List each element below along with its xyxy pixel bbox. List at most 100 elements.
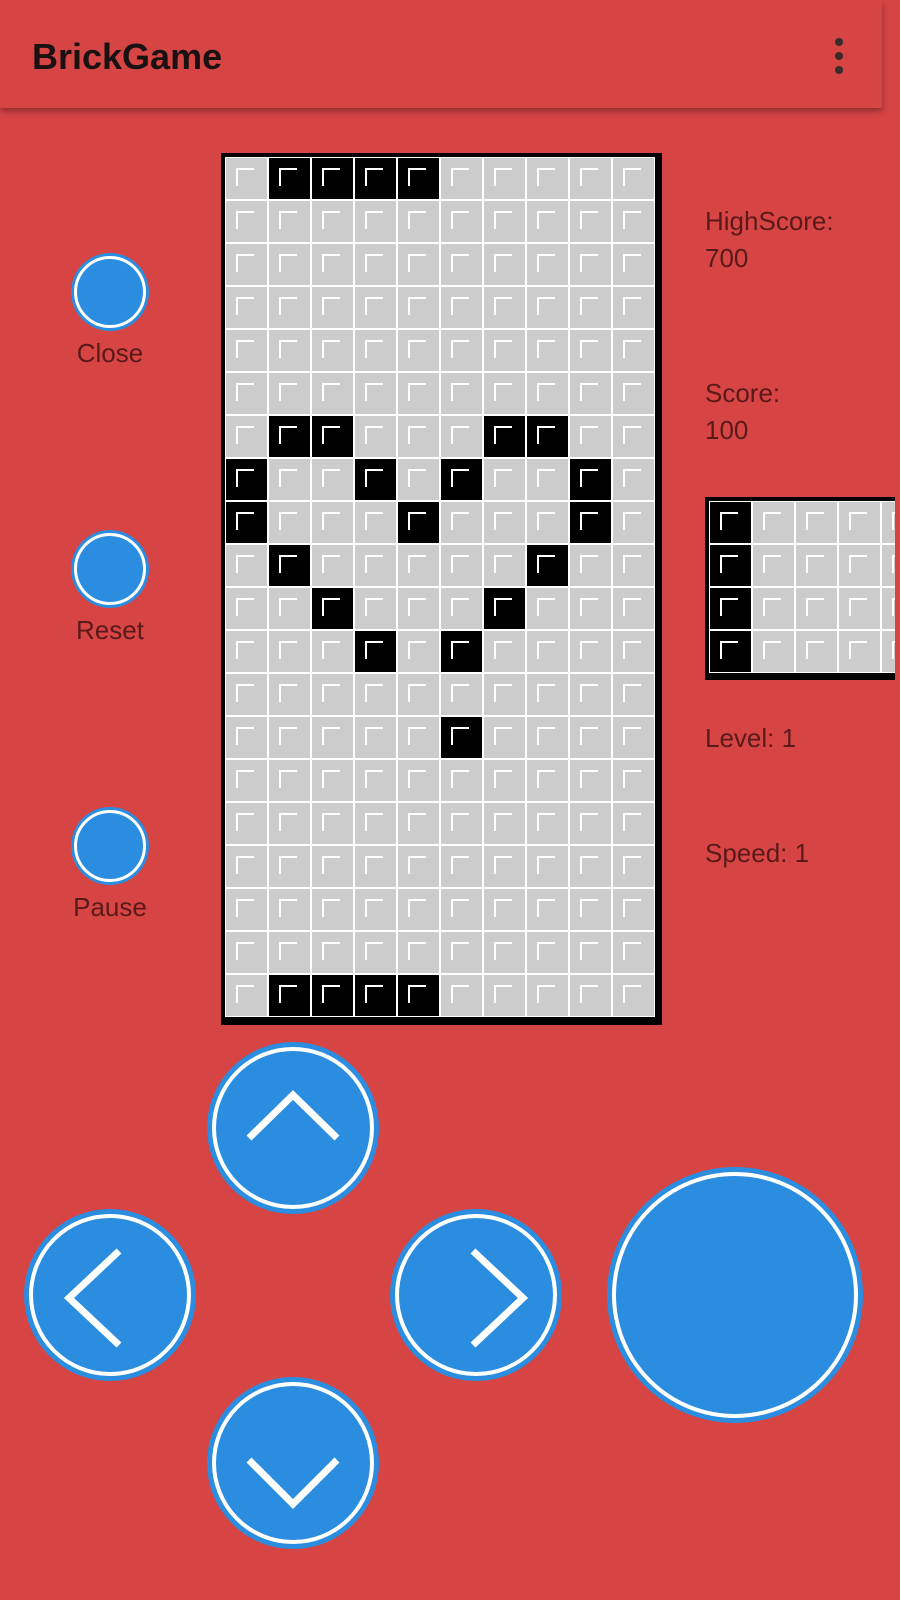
brick-cell-empty: [397, 329, 440, 372]
brick-cell-empty: [612, 845, 655, 888]
close-button[interactable]: [74, 256, 146, 328]
brick-cell-empty: [569, 716, 612, 759]
app-title: BrickGame: [32, 36, 223, 77]
brick-cell-empty: [526, 630, 569, 673]
brick-cell-empty: [311, 243, 354, 286]
brick-cell-filled: [709, 630, 752, 673]
brick-cell-empty: [752, 587, 795, 630]
down-arrow-icon: [246, 1457, 340, 1509]
highscore-value: 700: [705, 243, 749, 273]
brick-cell-empty: [311, 544, 354, 587]
brick-cell-empty: [354, 716, 397, 759]
brick-cell-empty: [440, 501, 483, 544]
left-button[interactable]: [29, 1214, 191, 1376]
brick-cell-empty: [397, 716, 440, 759]
right-button[interactable]: [395, 1214, 557, 1376]
brick-cell-empty: [225, 372, 268, 415]
brick-cell-empty: [612, 415, 655, 458]
brick-cell-empty: [268, 802, 311, 845]
brick-cell-empty: [526, 458, 569, 501]
brick-cell-empty: [354, 587, 397, 630]
brick-cell-empty: [440, 329, 483, 372]
overflow-menu-icon[interactable]: [826, 36, 852, 76]
brick-cell-empty: [526, 501, 569, 544]
level-block: Level: 1: [705, 720, 796, 757]
brick-cell-empty: [526, 716, 569, 759]
brick-cell-empty: [268, 931, 311, 974]
brick-cell-empty: [569, 329, 612, 372]
brick-cell-empty: [752, 630, 795, 673]
brick-cell-empty: [612, 372, 655, 415]
brick-cell-filled: [268, 415, 311, 458]
brick-cell-empty: [268, 716, 311, 759]
brick-cell-filled: [709, 587, 752, 630]
brick-cell-empty: [795, 544, 838, 587]
score-label: Score:: [705, 378, 781, 408]
brick-cell-empty: [397, 587, 440, 630]
brick-cell-empty: [225, 200, 268, 243]
level-label: Level:: [705, 723, 775, 753]
brick-cell-empty: [225, 802, 268, 845]
brick-cell-filled: [268, 544, 311, 587]
speed-value: 1: [794, 838, 810, 868]
brick-cell-empty: [526, 286, 569, 329]
reset-button[interactable]: [74, 533, 146, 605]
brick-cell-filled: [526, 415, 569, 458]
brick-cell-empty: [612, 974, 655, 1017]
brick-cell-empty: [397, 544, 440, 587]
brick-cell-empty: [526, 759, 569, 802]
brick-cell-empty: [483, 802, 526, 845]
brick-cell-empty: [526, 200, 569, 243]
brick-cell-filled: [526, 544, 569, 587]
brick-cell-empty: [397, 931, 440, 974]
score-block: Score: 100: [705, 375, 780, 449]
brick-cell-empty: [483, 157, 526, 200]
brick-cell-filled: [354, 974, 397, 1017]
brick-cell-empty: [311, 845, 354, 888]
brick-cell-empty: [569, 673, 612, 716]
brick-cell-empty: [311, 888, 354, 931]
brick-cell-empty: [526, 931, 569, 974]
brick-cell-empty: [268, 372, 311, 415]
speed-label: Speed:: [705, 838, 788, 868]
brick-cell-empty: [311, 372, 354, 415]
brick-cell-filled: [311, 587, 354, 630]
brick-cell-empty: [268, 587, 311, 630]
brick-cell-empty: [483, 716, 526, 759]
action-button[interactable]: [612, 1172, 858, 1418]
left-arrow-icon: [63, 1248, 122, 1348]
brick-cell-filled: [483, 415, 526, 458]
brick-cell-empty: [225, 286, 268, 329]
brick-cell-empty: [268, 458, 311, 501]
brick-cell-empty: [612, 200, 655, 243]
brick-cell-empty: [612, 587, 655, 630]
pause-button[interactable]: [74, 810, 146, 882]
brick-cell-filled: [397, 157, 440, 200]
brick-cell-empty: [354, 415, 397, 458]
brick-cell-empty: [354, 673, 397, 716]
up-arrow-icon: [246, 1090, 340, 1141]
brick-cell-empty: [569, 157, 612, 200]
brick-cell-empty: [354, 888, 397, 931]
brick-cell-empty: [440, 157, 483, 200]
brick-cell-empty: [225, 845, 268, 888]
brick-cell-empty: [838, 630, 881, 673]
brick-cell-filled: [268, 974, 311, 1017]
brick-cell-empty: [483, 673, 526, 716]
brick-cell-empty: [881, 501, 895, 544]
brick-cell-empty: [569, 587, 612, 630]
brick-cell-empty: [483, 501, 526, 544]
down-button[interactable]: [212, 1382, 374, 1544]
brick-cell-empty: [569, 759, 612, 802]
game-board: [221, 153, 662, 1025]
brick-cell-empty: [569, 802, 612, 845]
brick-cell-empty: [311, 716, 354, 759]
brick-cell-empty: [397, 759, 440, 802]
brick-cell-empty: [225, 673, 268, 716]
up-button[interactable]: [212, 1047, 374, 1209]
brick-cell-empty: [268, 759, 311, 802]
brick-cell-empty: [440, 673, 483, 716]
brick-cell-empty: [311, 759, 354, 802]
brick-cell-empty: [354, 931, 397, 974]
brick-cell-empty: [483, 372, 526, 415]
